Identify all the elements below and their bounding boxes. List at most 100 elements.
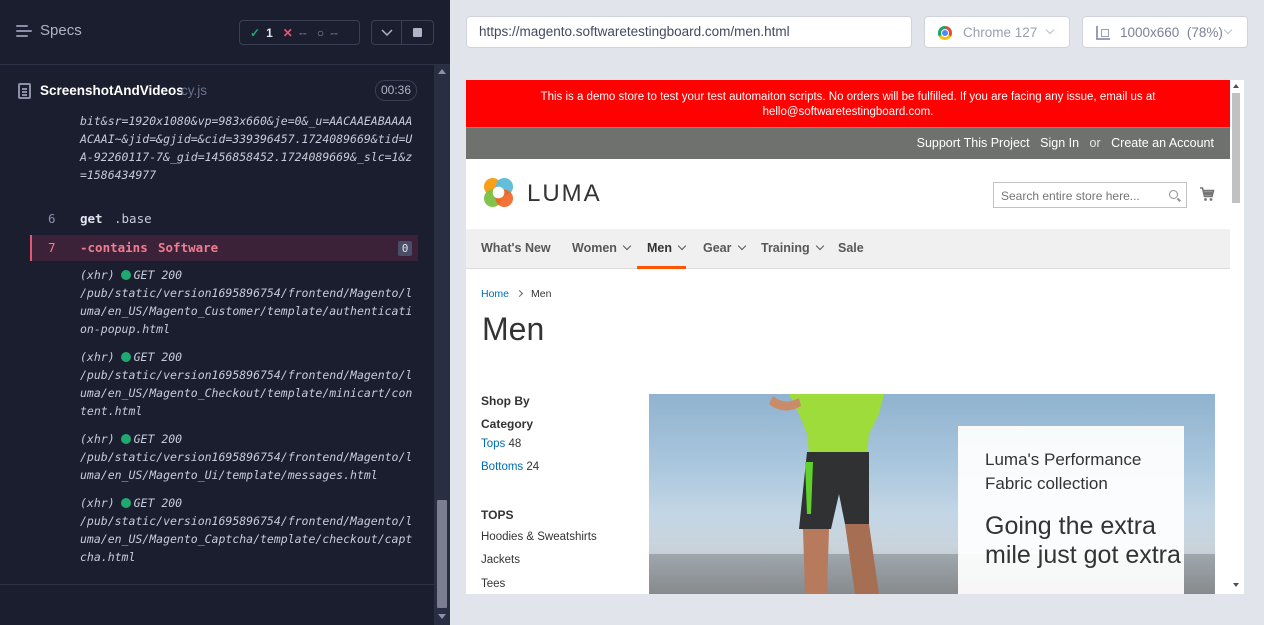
search-placeholder: Search entire store here... <box>1001 189 1140 203</box>
promo-headline: Going the extra mile just got extra <box>985 512 1181 569</box>
spec-file-header[interactable]: ScreenshotAndVideos cy.js 00:36 <box>0 75 432 107</box>
nav-label: Men <box>647 241 672 255</box>
xhr-log-entry[interactable]: (xhr) GET 200 /pub/static/version16958967… <box>80 348 415 420</box>
nav-label: What's New <box>481 241 551 255</box>
status-dot-icon <box>120 352 131 362</box>
stop-button[interactable] <box>402 20 434 45</box>
viewport-scale: (78%) <box>1186 25 1223 40</box>
scroll-down-icon[interactable] <box>1233 583 1239 587</box>
main-nav: What's New Women Men Gear Training Sale <box>466 229 1230 269</box>
luma-site-frame: This is a demo store to test your test a… <box>466 80 1230 594</box>
breadcrumb-current: Men <box>531 288 552 300</box>
menu-icon <box>16 24 32 38</box>
status-dot-icon <box>120 498 131 508</box>
chevron-right-icon <box>515 289 524 298</box>
cart-icon[interactable] <box>1199 186 1215 202</box>
page-title: Men <box>482 311 545 347</box>
scroll-up-icon[interactable] <box>1233 84 1239 88</box>
chevron-down-icon <box>737 241 746 251</box>
xhr-method: GET 200 <box>133 268 183 282</box>
scroll-up-icon[interactable] <box>438 69 446 74</box>
chevron-down-icon <box>381 29 393 37</box>
support-link[interactable]: Support This Project <box>917 136 1030 150</box>
viewport-size: 1000x660 <box>1120 25 1180 40</box>
hero-banner[interactable]: Luma's Performance Fabric collection Goi… <box>649 394 1215 594</box>
file-icon <box>18 83 31 99</box>
expand-collapse-button[interactable] <box>371 20 402 45</box>
banner-email[interactable]: hello@softwaretestingboard.com. <box>466 105 1230 120</box>
failed-command-row[interactable]: 7 -contains Software 0 <box>30 235 418 261</box>
failed-stat: ✕ -- <box>283 26 307 40</box>
promo-card: Luma's Performance Fabric collection Goi… <box>958 426 1184 594</box>
xhr-log-entry[interactable]: (xhr) GET 200 /pub/static/version16958967… <box>80 494 415 566</box>
xhr-label: (xhr) <box>80 432 115 446</box>
luma-logo[interactable]: LUMA <box>482 176 612 216</box>
filter-bottoms[interactable]: Bottoms 24 <box>481 461 539 473</box>
sidebar-link-jackets[interactable]: Jackets <box>481 554 520 566</box>
command-arg: .base <box>114 211 152 226</box>
viewport-icon <box>1096 26 1110 40</box>
cypress-reporter: Specs ✓ 1 ✕ -- ○ -- ScreenshotAndVideos cy.… <box>0 0 450 625</box>
xhr-label: (xhr) <box>80 496 115 510</box>
xhr-path: /pub/static/version1695896754/frontend/M… <box>80 368 413 418</box>
test-stats: ✓ 1 ✕ -- ○ -- <box>239 20 360 45</box>
nav-item-whats-new[interactable]: What's New <box>481 241 551 255</box>
scrollbar-thumb[interactable] <box>1232 93 1240 203</box>
demo-notice-banner: This is a demo store to test your test a… <box>466 80 1230 127</box>
command-name: get <box>80 211 103 226</box>
sign-in-link[interactable]: Sign In <box>1040 136 1079 150</box>
filter-count: 24 <box>526 461 540 473</box>
category-filter-heading[interactable]: Category <box>481 417 533 431</box>
scrollbar-thumb[interactable] <box>437 500 447 608</box>
passed-stat: ✓ 1 <box>250 26 273 40</box>
sidebar-link-tees[interactable]: Tees <box>481 578 505 590</box>
specs-button[interactable]: Specs <box>16 22 82 39</box>
element-count-badge: 0 <box>398 241 412 256</box>
nav-label: Women <box>572 241 617 255</box>
chevron-down-icon <box>677 241 687 251</box>
divider <box>0 584 434 585</box>
search-icon[interactable] <box>1169 190 1178 199</box>
breadcrumb-home-link[interactable]: Home <box>481 288 509 300</box>
create-account-link[interactable]: Create an Account <box>1111 136 1214 150</box>
nav-item-sale[interactable]: Sale <box>838 241 864 255</box>
aut-url-bar[interactable]: https://magento.softwaretestingboard.com… <box>466 16 912 48</box>
xhr-label: (xhr) <box>80 268 115 282</box>
nav-item-training[interactable]: Training <box>761 241 824 255</box>
scroll-down-icon[interactable] <box>438 614 446 619</box>
command-name: -contains <box>80 240 148 255</box>
nav-label: Sale <box>838 241 864 255</box>
x-icon: ✕ <box>282 25 293 40</box>
logo-text: LUMA <box>527 180 602 207</box>
command-row[interactable]: 6 get .base <box>30 206 418 232</box>
viewport-selector[interactable]: 1000x660 (78%) <box>1082 16 1248 48</box>
header-links: Support This Project Sign In or Create a… <box>910 136 1214 150</box>
pending-stat: ○ -- <box>317 26 338 40</box>
filter-label: Bottoms <box>481 461 524 473</box>
nav-item-men[interactable]: Men <box>647 241 687 255</box>
stop-icon <box>413 28 422 37</box>
search-input[interactable]: Search entire store here... <box>993 182 1187 208</box>
xhr-path: /pub/static/version1695896754/frontend/M… <box>80 286 413 336</box>
command-log: bit&sr=1920x1080&vp=983x660&je=0&_u=AACA… <box>30 107 418 573</box>
filter-label: Tops <box>481 438 506 450</box>
reporter-header: Specs ✓ 1 ✕ -- ○ -- <box>0 0 450 65</box>
filter-tops[interactable]: Tops 48 <box>481 438 521 450</box>
or-text: or <box>1089 136 1101 150</box>
browser-selector[interactable]: Chrome 127 <box>924 16 1070 48</box>
xhr-log-entry[interactable]: (xhr) GET 200 /pub/static/version16958967… <box>80 430 415 484</box>
nav-label: Training <box>761 241 810 255</box>
sidebar-link-hoodies[interactable]: Hoodies & Sweatshirts <box>481 531 597 543</box>
chrome-icon <box>938 26 952 40</box>
runner-image <box>769 394 884 594</box>
xhr-method: GET 200 <box>133 432 183 446</box>
chevron-down-icon <box>622 241 632 251</box>
xhr-log-entry[interactable]: (xhr) GET 200 /pub/static/version16958967… <box>80 266 415 338</box>
xhr-method: GET 200 <box>133 350 183 364</box>
site-scrollbar[interactable] <box>1230 80 1244 594</box>
nav-item-women[interactable]: Women <box>572 241 632 255</box>
command-number: 6 <box>48 211 56 226</box>
tops-heading: TOPS <box>481 508 514 522</box>
banner-text: This is a demo store to test your test a… <box>540 91 1156 103</box>
nav-item-gear[interactable]: Gear <box>703 241 746 255</box>
